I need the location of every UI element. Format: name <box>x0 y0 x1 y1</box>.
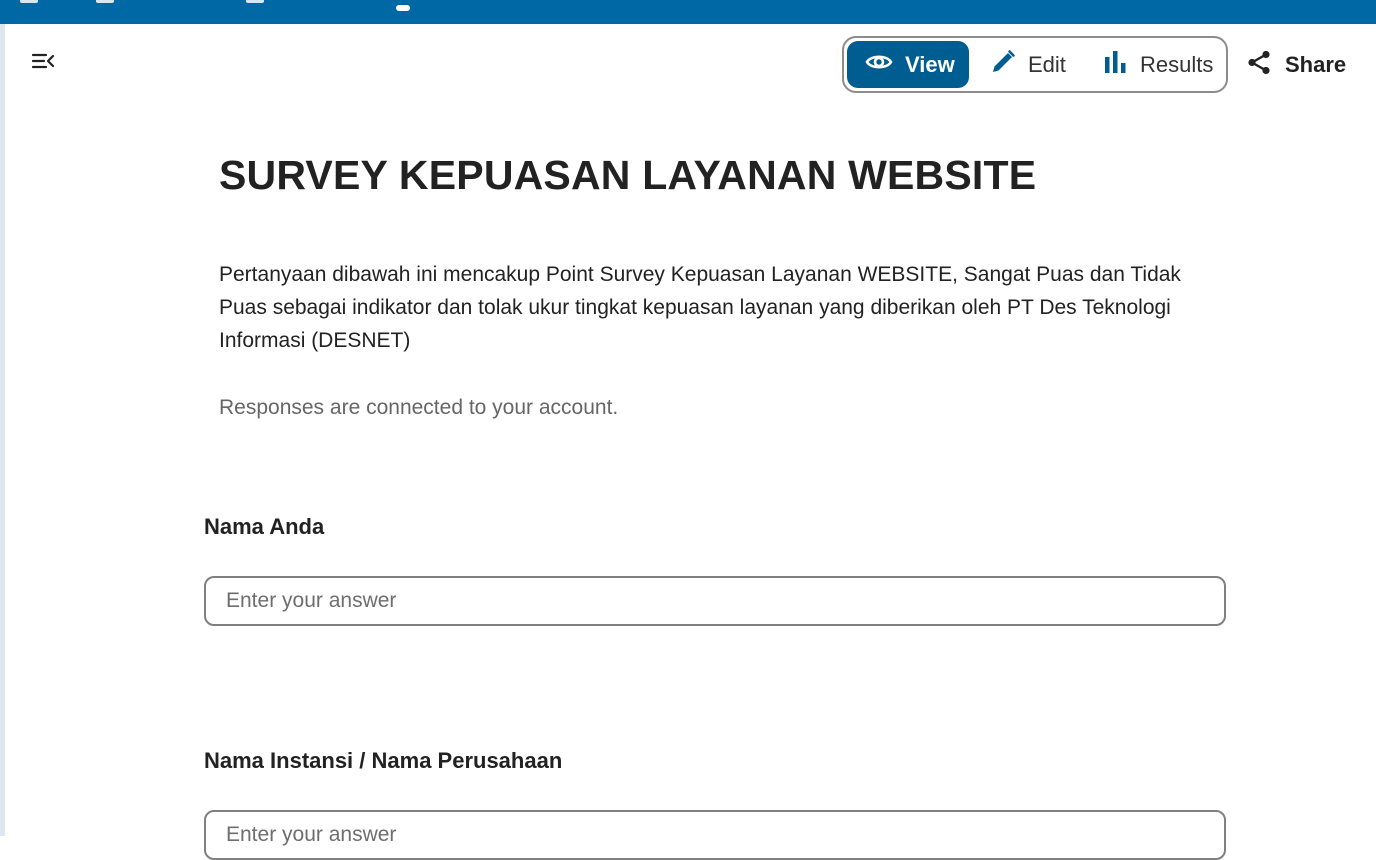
share-icon <box>1246 49 1285 82</box>
view-label: View <box>905 51 955 77</box>
bar-chart-icon <box>1102 49 1140 81</box>
share-button[interactable]: Share <box>1246 46 1346 84</box>
top-bar-tab-marker <box>246 0 264 3</box>
edit-button[interactable]: Edit <box>990 41 1090 88</box>
results-label: Results <box>1140 51 1214 77</box>
mode-switch: View Edit Results <box>842 36 1228 93</box>
form-title: SURVEY KEPUASAN LAYANAN WEBSITE <box>219 152 1037 198</box>
browser-top-bar <box>0 0 1376 24</box>
view-button[interactable]: View <box>847 41 969 88</box>
menu-collapse-button[interactable] <box>28 50 58 76</box>
top-bar-tab-marker <box>20 0 38 3</box>
edit-label: Edit <box>1028 51 1066 77</box>
name-answer-input[interactable] <box>204 576 1226 626</box>
question-label-name: Nama Anda <box>204 514 325 539</box>
eye-icon <box>847 52 905 78</box>
form-description: Pertanyaan dibawah ini mencakup Point Su… <box>219 263 1181 352</box>
left-edge-panel <box>0 24 5 836</box>
top-bar-active-indicator <box>396 5 410 11</box>
account-notice: Responses are connected to your account. <box>219 396 619 419</box>
top-bar-tab-marker <box>96 0 114 3</box>
question-label-company: Nama Instansi / Nama Perusahaan <box>204 748 563 773</box>
pencil-icon <box>990 49 1028 81</box>
results-button[interactable]: Results <box>1102 41 1228 88</box>
menu-collapse-icon <box>30 51 56 76</box>
company-answer-input[interactable] <box>204 810 1226 860</box>
share-label: Share <box>1285 52 1347 77</box>
